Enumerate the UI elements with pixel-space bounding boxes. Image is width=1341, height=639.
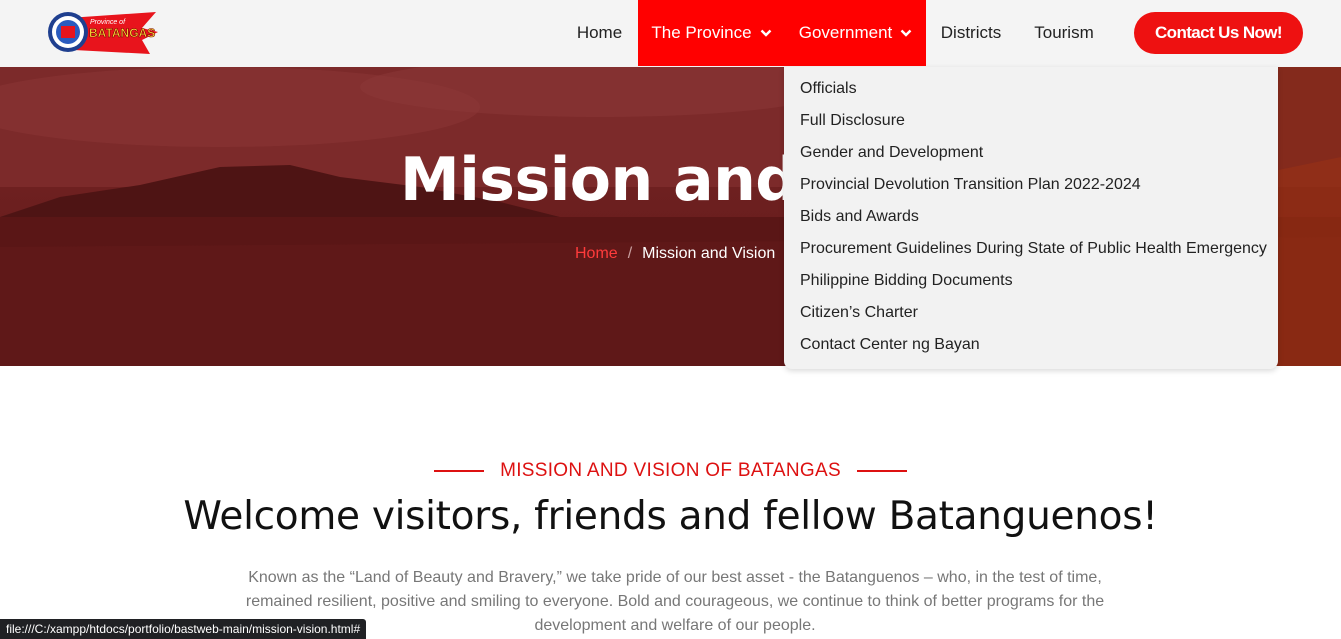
batangas-logo[interactable]: Province of BATANGAS [46,10,160,56]
browser-status-bar-url: file:///C:/xampp/htdocs/portfolio/bastwe… [0,619,367,639]
section-label: MISSION AND VISION OF BATANGAS [0,460,1341,482]
nav-districts[interactable]: Districts [926,0,1016,66]
nav-districts-label: Districts [940,23,1002,42]
section-label-line-left [434,470,485,472]
chevron-down-icon [760,29,771,37]
dropdown-item-procurement-guidelines[interactable]: Procurement Guidelines During State of P… [784,233,1278,265]
dropdown-item-citizens-charter[interactable]: Citizen’s Charter [784,297,1278,329]
government-dropdown-menu: Officials Full Disclosure Gender and Dev… [784,67,1278,369]
nav-the-province-label: The Province [651,23,752,42]
nav-government[interactable]: Government [785,0,926,66]
nav-home-label: Home [576,23,623,42]
section-label-line-right [856,470,907,472]
dropdown-item-full-disclosure[interactable]: Full Disclosure [784,105,1278,137]
nav-government-label: Government [798,23,893,42]
nav-tourism[interactable]: Tourism [1018,0,1110,66]
nav-tourism-label: Tourism [1034,23,1094,42]
navbar: Province of BATANGAS Home The Province G… [0,0,1341,67]
section-headline: Welcome visitors, friends and fellow Bat… [183,494,1158,539]
logo-text-small: Province of [90,19,126,26]
breadcrumb: Home / Mission and Vision [575,245,775,263]
dropdown-item-bidding-documents[interactable]: Philippine Bidding Documents [784,265,1278,297]
logo-text-big: BATANGAS [89,26,155,40]
dropdown-item-contact-center[interactable]: Contact Center ng Bayan [784,329,1278,361]
breadcrumb-current: Mission and Vision [642,245,776,262]
dropdown-item-devolution-plan[interactable]: Provincial Devolution Transition Plan 20… [784,169,1278,201]
breadcrumb-separator: / [627,245,633,262]
chevron-down-icon [900,29,912,37]
breadcrumb-home-link[interactable]: Home [575,245,618,263]
section-label-text: MISSION AND VISION OF BATANGAS [500,460,841,481]
dropdown-item-gender-and-development[interactable]: Gender and Development [784,137,1278,169]
dropdown-item-officials[interactable]: Officials [784,73,1278,105]
intro-paragraph: Known as the “Land of Beauty and Bravery… [245,569,1105,634]
dropdown-item-bids-and-awards[interactable]: Bids and Awards [784,201,1278,233]
nav-the-province[interactable]: The Province [638,0,785,66]
contact-us-button[interactable]: Contact Us Now! [1134,12,1303,54]
nav-home[interactable]: Home [563,0,636,66]
